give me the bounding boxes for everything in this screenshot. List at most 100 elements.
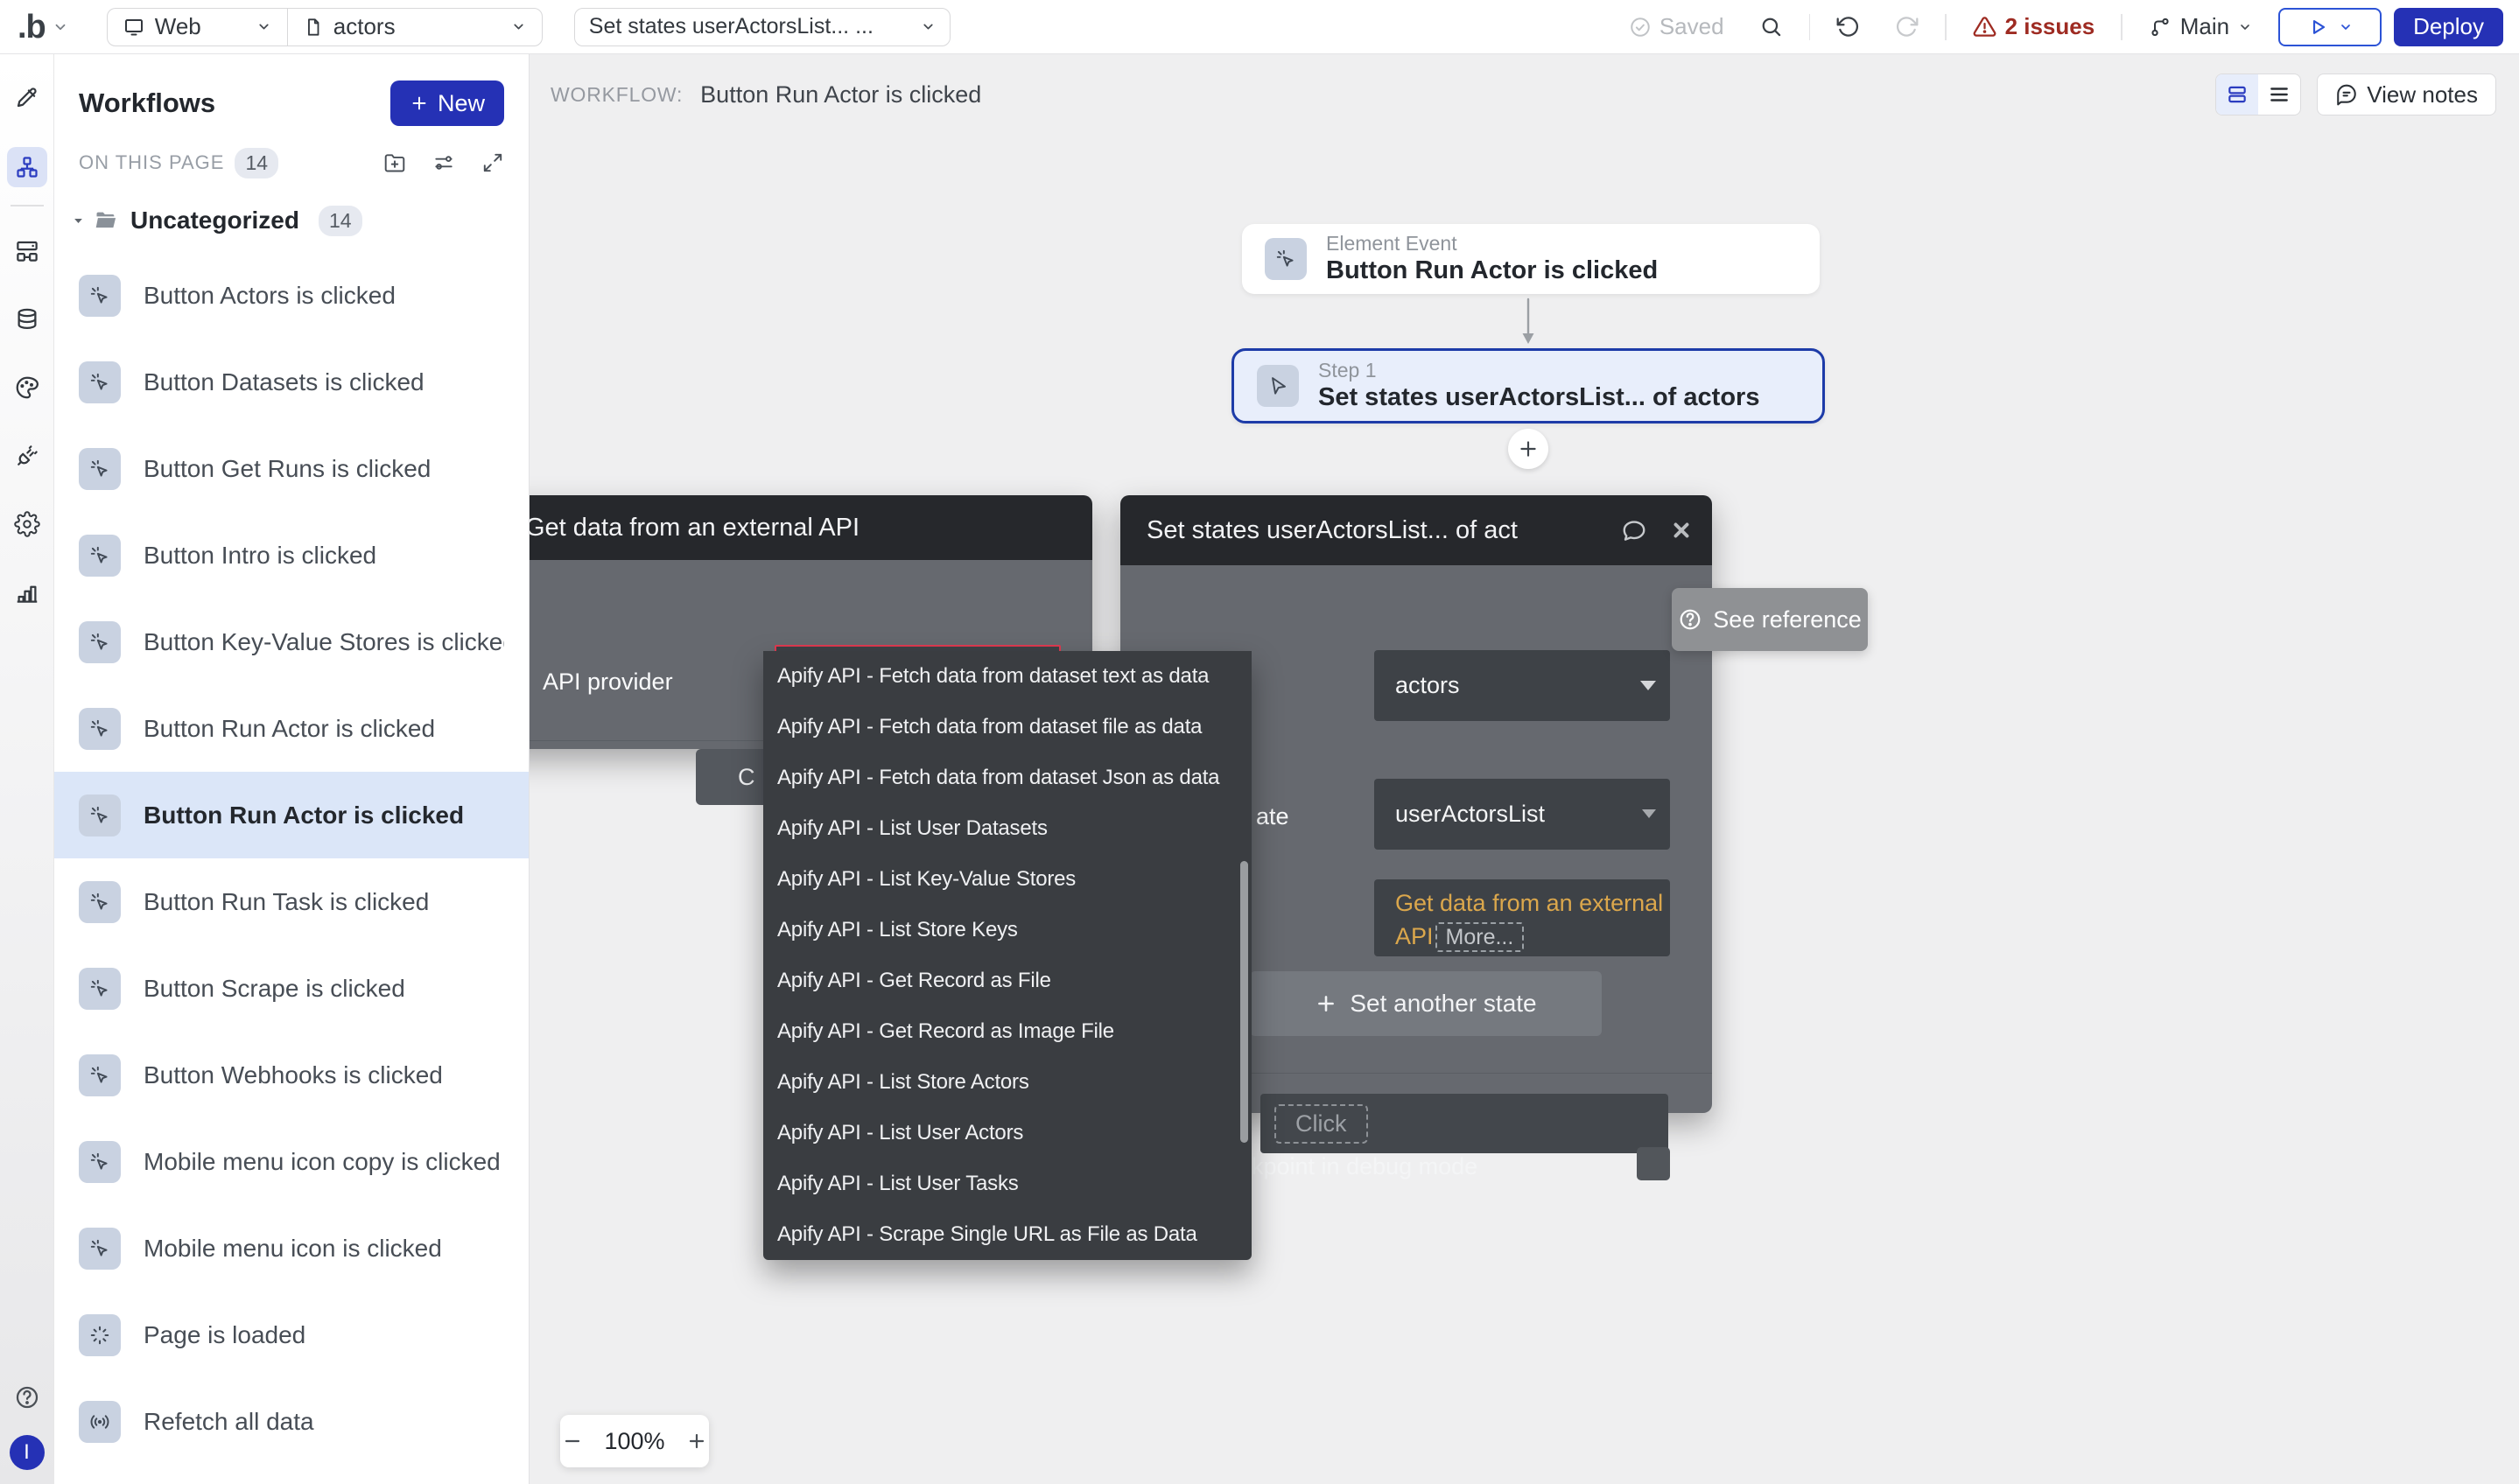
device-selector[interactable]: Web <box>108 9 288 46</box>
play-icon <box>2307 17 2328 38</box>
cursor-click-icon <box>79 1141 121 1183</box>
zoom-in-icon[interactable] <box>686 1431 707 1452</box>
workflow-list-item[interactable]: Button Actors is clicked <box>54 252 529 339</box>
components-icon[interactable] <box>14 238 40 264</box>
page-selector[interactable]: actors <box>288 9 542 46</box>
new-workflow-label: New <box>438 90 485 117</box>
api-provider-option[interactable]: Apify API - Scrape Single URL as File as… <box>763 1209 1252 1260</box>
divider <box>11 205 44 206</box>
question-circle-icon <box>1678 607 1702 632</box>
divider <box>1809 14 1811 40</box>
top-bar: .b Web actors Set states userActorsList.… <box>0 0 2519 54</box>
external-api-modal-title: Get data from an external API <box>499 495 1092 560</box>
design-pencil-icon[interactable] <box>14 84 40 110</box>
database-icon[interactable] <box>14 306 40 332</box>
workflow-list-item[interactable]: Button Datasets is clicked <box>54 339 529 425</box>
workflow-list-item[interactable]: Mobile menu icon is clicked <box>54 1205 529 1292</box>
redo-icon[interactable] <box>1895 15 1919 38</box>
state-value-expression[interactable]: Get data from an external APIMore... <box>1374 879 1670 956</box>
cursor-click-icon <box>79 1228 121 1270</box>
close-icon[interactable] <box>1670 519 1693 542</box>
api-provider-option[interactable]: Apify API - Get Record as File <box>763 956 1252 1006</box>
api-provider-option[interactable]: Apify API - List User Actors <box>763 1108 1252 1158</box>
api-provider-option[interactable]: Apify API - Fetch data from dataset text… <box>763 651 1252 702</box>
git-branch-icon <box>2149 16 2172 38</box>
more-button[interactable]: More... <box>1435 922 1525 952</box>
api-provider-dropdown: Apify API - Fetch data from dataset text… <box>763 651 1252 1260</box>
cursor-click-icon <box>79 794 121 836</box>
page-icon <box>304 18 323 37</box>
cursor-click-icon <box>79 968 121 1010</box>
click-field[interactable]: Click <box>1260 1094 1668 1153</box>
list-view-toggle[interactable] <box>2258 74 2300 115</box>
dropdown-scrollbar-thumb[interactable] <box>1240 861 1248 1143</box>
logs-chart-icon[interactable] <box>14 579 40 606</box>
api-provider-option[interactable]: Apify API - Fetch data from dataset file… <box>763 702 1252 752</box>
workflow-list-item[interactable]: Button Key-Value Stores is clicked <box>54 598 529 685</box>
api-provider-option[interactable]: Apify API - List User Datasets <box>763 803 1252 854</box>
workflow-list-item[interactable]: Button Scrape is clicked <box>54 945 529 1032</box>
workflow-list-item[interactable]: Button Intro is clicked <box>54 512 529 598</box>
card-view-toggle[interactable] <box>2216 74 2258 115</box>
see-reference-button[interactable]: See reference <box>1672 588 1868 651</box>
workflow-list-item[interactable]: Button Run Actor is clicked <box>54 685 529 772</box>
zoom-out-icon[interactable] <box>562 1431 583 1452</box>
workflow-item-label: Button Intro is clicked <box>144 542 376 570</box>
workflows-tab-icon[interactable] <box>7 147 47 187</box>
folder-count-badge: 14 <box>319 206 362 236</box>
api-provider-option[interactable]: Apify API - Fetch data from dataset Json… <box>763 752 1252 803</box>
new-workflow-button[interactable]: New <box>390 80 504 126</box>
api-provider-option[interactable]: Apify API - Get Record as Image File <box>763 1006 1252 1057</box>
element-select[interactable]: actors <box>1374 650 1670 721</box>
step-card-selected[interactable]: Step 1 Set states userActorsList... of a… <box>1231 348 1825 424</box>
expression-line2: API <box>1395 923 1434 949</box>
chevron-down-icon[interactable] <box>53 19 68 35</box>
view-notes-button[interactable]: View notes <box>2317 74 2496 116</box>
select-arrow-icon <box>1640 681 1656 690</box>
zoom-control: 100% <box>560 1415 709 1467</box>
cursor-click-icon <box>79 535 121 577</box>
click-placeholder[interactable]: Click <box>1274 1104 1368 1144</box>
page-selector-label: actors <box>333 13 396 40</box>
api-provider-option[interactable]: Apify API - List Store Keys <box>763 905 1252 956</box>
workflow-item-label: Button Run Actor is clicked <box>144 802 464 830</box>
comment-icon[interactable] <box>1621 517 1647 543</box>
workflow-list-item[interactable]: Button Run Task is clicked <box>54 858 529 945</box>
preview-button[interactable] <box>2278 8 2382 46</box>
element-select-value: actors <box>1395 672 1460 699</box>
cursor-click-icon <box>79 1054 121 1096</box>
state-select[interactable]: userActorsList <box>1374 779 1670 850</box>
branch-selector[interactable]: Main <box>2149 13 2252 40</box>
undo-icon[interactable] <box>1836 15 1860 38</box>
plugins-plug-icon[interactable] <box>14 443 40 469</box>
event-card[interactable]: Element Event Button Run Actor is clicke… <box>1242 224 1820 294</box>
left-icon-rail: I <box>0 54 54 1484</box>
workflow-list-item[interactable]: Button Run Actor is clicked <box>54 772 529 858</box>
api-provider-label: API provider <box>543 668 673 696</box>
styles-palette-icon[interactable] <box>14 374 40 401</box>
api-provider-option[interactable]: Apify API - List Key-Value Stores <box>763 854 1252 905</box>
workflow-selector[interactable]: Set states userActorsList... ... <box>574 8 951 46</box>
deploy-button[interactable]: Deploy <box>2394 8 2503 46</box>
expand-icon[interactable] <box>481 151 504 174</box>
workflow-list-item[interactable]: Mobile menu icon copy is clicked <box>54 1118 529 1205</box>
set-another-state-button[interactable]: Set another state <box>1250 971 1602 1036</box>
add-folder-icon[interactable] <box>383 151 406 174</box>
settings-gear-icon[interactable] <box>14 511 40 537</box>
help-icon[interactable] <box>14 1384 40 1410</box>
cursor-click-icon <box>79 881 121 923</box>
breakpoint-debug-checkbox[interactable] <box>1637 1147 1670 1180</box>
saved-status-label: Saved <box>1659 13 1724 40</box>
workflow-list-item[interactable]: Button Get Runs is clicked <box>54 425 529 512</box>
api-provider-option[interactable]: Apify API - List User Tasks <box>763 1158 1252 1209</box>
workflow-list-item[interactable]: Refetch all data <box>54 1378 529 1465</box>
api-provider-option[interactable]: Apify API - List Store Actors <box>763 1057 1252 1108</box>
search-icon[interactable] <box>1759 15 1783 38</box>
filter-sliders-icon[interactable] <box>432 151 455 174</box>
workflow-list-item[interactable]: Page is loaded <box>54 1292 529 1378</box>
add-step-button[interactable] <box>1508 429 1548 469</box>
workflow-list-item[interactable]: Button Webhooks is clicked <box>54 1032 529 1118</box>
avatar[interactable]: I <box>10 1435 45 1470</box>
folder-row-uncategorized[interactable]: Uncategorized 14 <box>54 201 529 240</box>
issues-indicator[interactable]: 2 issues <box>1973 13 2095 40</box>
